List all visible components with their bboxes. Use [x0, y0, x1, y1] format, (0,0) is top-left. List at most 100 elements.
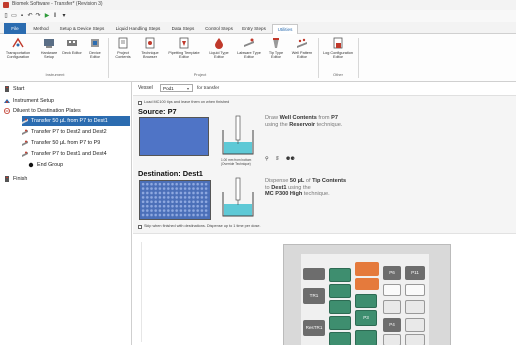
chevron-down-icon[interactable]: ▾ [187, 86, 189, 91]
tree-item-transfer-p7-p9[interactable]: Transfer 50 µL from P7 to P9 [22, 138, 130, 148]
source-description: Draw Well Contents from P7 using the Res… [265, 115, 343, 128]
run-icon[interactable]: ▶ [44, 13, 50, 19]
log-configuration-editor-button[interactable]: Log Configuration Editor [322, 37, 354, 71]
tab-data-steps[interactable]: Data Steps [168, 24, 198, 34]
deck-tipbox[interactable] [329, 316, 351, 330]
quick-access-toolbar: ▯ ▭ ▪ ↶ ↷ ▶ ‖ ▾ [0, 10, 516, 22]
new-icon[interactable]: ▯ [3, 13, 9, 19]
deck-editor-button[interactable]: Deck Editor [62, 37, 82, 71]
transportation-configuration-button[interactable]: Transportation Configuration [2, 37, 34, 71]
destination-dispense-graphic [222, 177, 254, 217]
source-override-label: (Override Technique) [221, 162, 251, 166]
deck-plate[interactable] [405, 334, 425, 345]
source-aspirate-graphic [222, 115, 254, 155]
deck-position-p6[interactable]: P6 [383, 266, 401, 280]
tab-method[interactable]: Method [30, 24, 52, 34]
tree-item-instrument-setup[interactable]: Instrument Setup [4, 96, 130, 106]
ribbon-separator [108, 38, 109, 78]
deck-surface: TR1 ResTR1 P3 P6 P11 P4 [301, 254, 429, 345]
stop-icon[interactable]: ‖ [52, 13, 58, 19]
pipetting-template-editor-button[interactable]: Pipetting Template Editor [166, 37, 202, 71]
app-logo-icon [3, 2, 9, 8]
deck-position-empty[interactable] [303, 268, 325, 280]
tree-item-diluent-group[interactable]: Diluent to Destination Plates [4, 106, 130, 116]
pipette-icon[interactable]: ⚲ [265, 156, 269, 162]
deck-tipbox[interactable] [329, 284, 351, 298]
finish-icon [5, 176, 9, 182]
tips-icon[interactable]: ⚈⚈ [286, 156, 295, 162]
deck-position-tr1[interactable]: TR1 [303, 288, 325, 304]
deck-position-p11[interactable]: P11 [405, 266, 425, 280]
deck-tipbox[interactable] [329, 268, 351, 282]
deck-source-reservoir[interactable] [355, 278, 379, 290]
deck-position-p4[interactable]: P4 [383, 318, 401, 332]
group-other-label: Other [332, 72, 343, 77]
device-editor-button[interactable]: Device Editor [84, 37, 106, 71]
tab-setup-device-steps[interactable]: Setup & Device Steps [56, 24, 108, 34]
destination-wells-grid [141, 182, 209, 218]
redo-icon[interactable]: ↷ [35, 13, 41, 19]
transport-config-icon [12, 37, 24, 48]
transfer-step-icon [22, 140, 28, 146]
vessel-label: Vessel [138, 85, 153, 91]
technique-browser-button[interactable]: Technique Browser [137, 37, 163, 71]
tree-item-transfer-p7-dest2[interactable]: Transfer P7 to Dest2 and Dest2 [22, 127, 130, 137]
tree-item-end-group[interactable]: End Group [28, 160, 128, 170]
step-editor-panel: Vessel Pod1 ▾ for transfer Load MC100 ti… [133, 82, 516, 345]
deck-tipbox[interactable] [355, 294, 377, 308]
deck-plate[interactable] [405, 318, 425, 332]
tab-control-steps[interactable]: Control Steps [202, 24, 236, 34]
tree-item-start[interactable]: Start [4, 84, 130, 94]
group-collapse-icon[interactable] [4, 108, 10, 114]
deck-plate[interactable] [405, 300, 425, 314]
liquid-type-icon [215, 38, 223, 49]
end-group-icon [28, 162, 34, 168]
deck-source-reservoir[interactable] [355, 262, 379, 276]
mix-icon[interactable]: ʬ [276, 156, 278, 162]
well-pattern-editor-button[interactable]: Well Pattern Editor [289, 37, 315, 71]
vessel-strip: Vessel Pod1 ▾ for transfer [133, 82, 516, 96]
open-icon[interactable]: ▭ [11, 13, 17, 19]
tab-file[interactable]: File [4, 23, 26, 34]
project-contents-icon [118, 37, 128, 49]
deck-position-restr1[interactable]: ResTR1 [303, 320, 325, 336]
deck-tipbox[interactable] [355, 330, 377, 345]
deck-tipbox[interactable] [329, 332, 351, 345]
skip-note: Skip when finished with destinations. Di… [144, 224, 261, 228]
liquid-type-editor-button[interactable]: Liquid Type Editor [205, 37, 233, 71]
labware-type-editor-button[interactable]: Labware Type Editor [235, 37, 263, 71]
deck-plate[interactable] [383, 334, 401, 345]
ribbon-separator [318, 38, 319, 78]
window-title: Biomek Software - Transfer* (Revision 3) [12, 1, 103, 7]
transfer-step-icon [22, 129, 28, 135]
undo-icon[interactable]: ↶ [27, 13, 33, 19]
deck-plate-empty[interactable] [405, 284, 425, 296]
deck-editor-icon [67, 40, 77, 46]
ribbon: Transportation Configuration Hardware Se… [0, 34, 516, 82]
hardware-setup-button[interactable]: Hardware Setup [38, 37, 60, 71]
hardware-setup-icon [44, 39, 54, 48]
project-contents-button[interactable]: Project Contents [111, 37, 135, 71]
skip-checkbox[interactable] [138, 225, 142, 229]
tab-entry-steps[interactable]: Entry Steps [240, 24, 268, 34]
tab-utilities[interactable]: Utilities [272, 24, 298, 34]
deck-ruler-line [141, 242, 142, 342]
deck-plate[interactable] [383, 300, 401, 314]
start-icon [5, 86, 9, 92]
tree-item-transfer-p7-dest1[interactable]: Transfer 50 µL from P7 to Dest1 [22, 116, 130, 126]
destination-plate[interactable] [139, 180, 211, 220]
tree-item-finish[interactable]: Finish [4, 174, 130, 184]
ribbon-separator [358, 38, 359, 78]
deck-plate-empty[interactable] [383, 284, 401, 296]
source-reservoir-plate[interactable] [139, 117, 209, 156]
deck-tipbox[interactable] [329, 300, 351, 314]
dropdown-icon[interactable]: ▾ [61, 13, 67, 19]
load-tips-checkbox[interactable] [138, 101, 142, 105]
tip-type-editor-button[interactable]: Tip Type Editor [265, 37, 287, 71]
log-config-icon [333, 37, 343, 49]
deck-position-p3[interactable]: P3 [355, 310, 377, 326]
tab-liquid-handling-steps[interactable]: Liquid Handling Steps [112, 24, 164, 34]
save-icon[interactable]: ▪ [19, 13, 25, 19]
group-project-label: Project [193, 72, 207, 77]
tree-item-transfer-p7-dest1-dest4[interactable]: Transfer P7 to Dest1 and Dest4 [22, 149, 130, 159]
